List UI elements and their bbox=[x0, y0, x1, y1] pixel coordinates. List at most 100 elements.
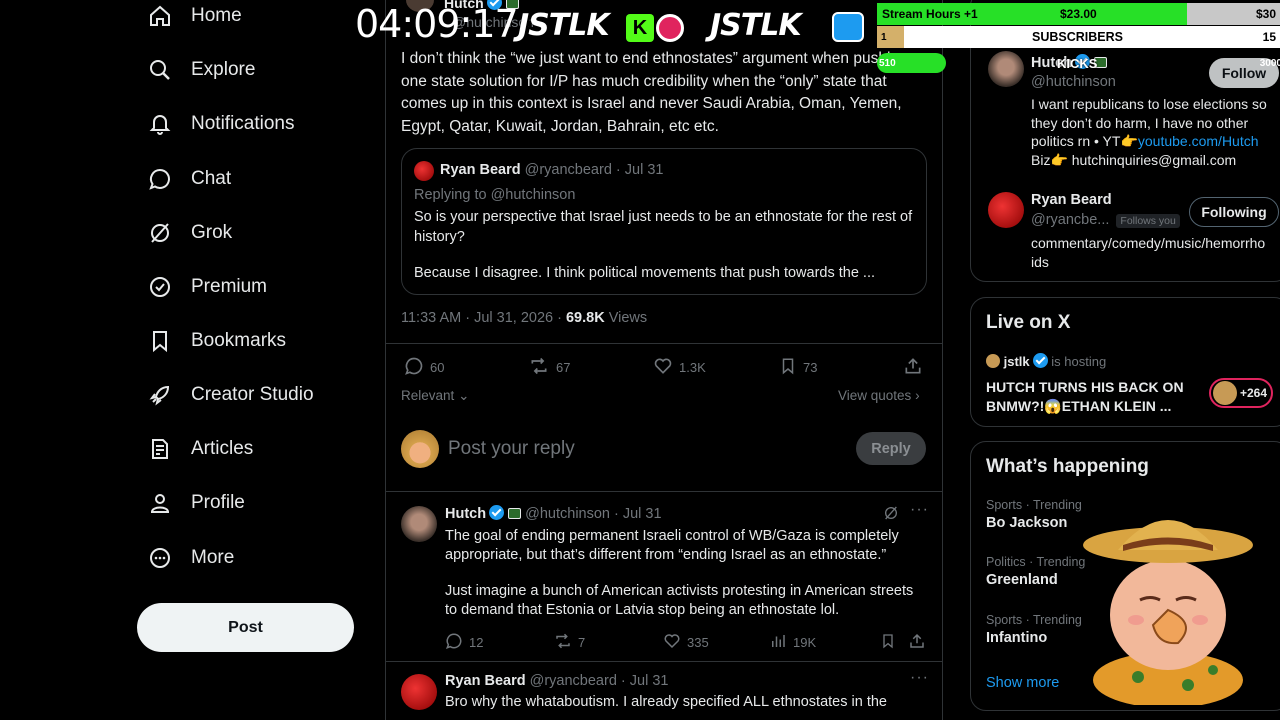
reply-like-action[interactable]: 335 bbox=[663, 632, 709, 653]
live-stream-title[interactable]: HUTCH TURNS HIS BACK ON BNMW?!😱ETHAN KLE… bbox=[986, 378, 1184, 416]
like-action[interactable]: 1.3K bbox=[653, 356, 706, 379]
show-more-link[interactable]: Show more bbox=[986, 675, 1059, 691]
nav-more-label: More bbox=[191, 547, 235, 568]
twitter-bird-icon bbox=[832, 12, 864, 42]
reply-author[interactable]: Hutch bbox=[445, 506, 486, 522]
share-icon[interactable] bbox=[908, 632, 926, 655]
listener-count: +264 bbox=[1240, 386, 1268, 400]
record-icon bbox=[656, 14, 684, 42]
bookmark-icon[interactable] bbox=[880, 632, 896, 655]
bookmark-action[interactable]: 73 bbox=[779, 356, 817, 379]
heart-icon bbox=[653, 356, 673, 379]
main-tweet-timestamp[interactable]: 11:33 AM · Jul 31, 2026 · bbox=[401, 310, 562, 326]
nav-chat-label: Chat bbox=[191, 168, 232, 189]
trend-context: Politics · Trending bbox=[986, 555, 1086, 569]
user-handle[interactable]: @ryancbe... bbox=[1031, 212, 1109, 228]
reply-reply-action[interactable]: 12 bbox=[445, 632, 483, 653]
premium-icon bbox=[147, 274, 173, 300]
quote-replying-to: Replying to @hutchinson bbox=[414, 187, 576, 203]
reply-date: · Jul 31 bbox=[620, 673, 669, 689]
nav-home[interactable]: Home bbox=[147, 0, 242, 36]
nav-bookmarks[interactable]: Bookmarks bbox=[147, 321, 286, 361]
trend-topic: Infantino bbox=[986, 630, 1048, 646]
more-options-icon[interactable]: ··· bbox=[910, 501, 929, 519]
more-options-icon[interactable]: ··· bbox=[910, 669, 929, 687]
reply-views-action[interactable]: 19K bbox=[769, 632, 816, 653]
mascot-image bbox=[1078, 505, 1258, 710]
nav-creator-studio[interactable]: Creator Studio bbox=[147, 375, 314, 415]
view-quotes-link[interactable]: View quotes › bbox=[838, 388, 920, 403]
bookmark-count: 73 bbox=[803, 360, 818, 375]
user-handle[interactable]: @hutchinson bbox=[1031, 74, 1116, 90]
host-name[interactable]: jstlk bbox=[1004, 354, 1030, 369]
reply-avatar[interactable] bbox=[401, 506, 437, 542]
user-avatar[interactable] bbox=[988, 192, 1024, 228]
nav-notifications-label: Notifications bbox=[191, 113, 295, 134]
trend-item[interactable]: Sports · Trending Infantino bbox=[986, 613, 1082, 646]
following-button[interactable]: Following bbox=[1189, 197, 1279, 227]
subs-current: 1 bbox=[881, 31, 887, 43]
user-bio: commentary/comedy/music/hemorrho ids bbox=[1031, 235, 1266, 270]
reply-text-2: Just imagine a bunch of American activis… bbox=[445, 583, 914, 618]
bookmark-icon bbox=[779, 356, 797, 379]
repost-count: 7 bbox=[578, 635, 586, 650]
reply-input[interactable]: Post your reply bbox=[448, 438, 575, 460]
grok-icon[interactable] bbox=[883, 505, 899, 526]
share-icon bbox=[903, 356, 923, 379]
nav-grok[interactable]: Grok bbox=[147, 213, 232, 253]
bio-link[interactable]: youtube.com/Hutch bbox=[1138, 133, 1259, 149]
nav-chat[interactable]: Chat bbox=[147, 159, 231, 199]
reply-header: Hutch @hutchinson · Jul 31 bbox=[445, 505, 662, 522]
reply-button[interactable]: Reply bbox=[856, 432, 926, 465]
quote-avatar bbox=[414, 161, 434, 181]
reply-action[interactable]: 60 bbox=[404, 356, 444, 379]
nav-explore[interactable]: Explore bbox=[147, 50, 255, 90]
articles-icon bbox=[147, 436, 173, 462]
heart-icon bbox=[663, 632, 681, 653]
nav-articles[interactable]: Articles bbox=[147, 429, 253, 469]
nav-profile[interactable]: Profile bbox=[147, 483, 245, 523]
bookmark-icon bbox=[147, 328, 173, 354]
user-handle-row: @ryancbe... Follows you bbox=[1031, 212, 1180, 228]
nav-notifications[interactable]: Notifications bbox=[147, 104, 295, 144]
trend-context: Sports · Trending bbox=[986, 498, 1082, 512]
search-icon bbox=[147, 57, 173, 83]
reply-count: 60 bbox=[430, 360, 445, 375]
post-button[interactable]: Post bbox=[137, 603, 354, 652]
views-icon bbox=[769, 632, 787, 653]
user-name[interactable]: Ryan Beard bbox=[1031, 192, 1112, 208]
live-card: Live on X jstlk is hosting HUTCH TURNS H… bbox=[970, 297, 1280, 427]
nav-home-label: Home bbox=[191, 5, 242, 26]
nav-grok-label: Grok bbox=[191, 222, 233, 243]
composer-avatar bbox=[401, 430, 439, 468]
home-icon bbox=[147, 3, 173, 29]
trend-topic: Bo Jackson bbox=[986, 515, 1068, 531]
quoted-tweet[interactable]: Ryan Beard @ryancbeard · Jul 31 Replying… bbox=[401, 148, 927, 295]
reply-avatar[interactable] bbox=[401, 674, 437, 710]
reply-repost-action[interactable]: 7 bbox=[554, 632, 585, 653]
sort-dropdown[interactable]: Relevant ⌄ bbox=[401, 388, 469, 404]
nav-more[interactable]: More bbox=[147, 538, 234, 578]
live-listeners[interactable]: +264 bbox=[1209, 378, 1273, 408]
reply-text-1: Bro why the whataboutism. I already spec… bbox=[445, 694, 887, 710]
trend-topic: Greenland bbox=[986, 572, 1058, 588]
bell-icon bbox=[147, 111, 173, 137]
trend-item[interactable]: Sports · Trending Bo Jackson bbox=[986, 498, 1082, 531]
nav-premium[interactable]: Premium bbox=[147, 267, 267, 307]
live-title: Live on X bbox=[986, 312, 1071, 333]
chevron-down-icon: ⌄ bbox=[458, 388, 470, 403]
trend-item[interactable]: Politics · Trending Greenland bbox=[986, 555, 1085, 588]
repost-action[interactable]: 67 bbox=[528, 356, 570, 379]
quote-text-2: Because I disagree. I think political mo… bbox=[414, 265, 876, 281]
trend-context: Sports · Trending bbox=[986, 613, 1082, 627]
live-host-row: jstlk is hosting bbox=[986, 353, 1106, 369]
reply-author[interactable]: Ryan Beard bbox=[445, 673, 526, 689]
share-action[interactable] bbox=[903, 356, 923, 379]
reply-handle[interactable]: @hutchinson bbox=[525, 506, 610, 522]
kicks-bar: 510 KICKS 3000 bbox=[877, 52, 1280, 74]
stream-clock: 04:09:17 bbox=[355, 2, 519, 46]
subs-label: SUBSCRIBERS bbox=[1032, 30, 1123, 44]
reply-handle[interactable]: @ryancbeard bbox=[530, 673, 617, 689]
nav-bookmarks-label: Bookmarks bbox=[191, 330, 287, 351]
subscribers-bar: 1 SUBSCRIBERS 15 bbox=[877, 26, 1280, 48]
